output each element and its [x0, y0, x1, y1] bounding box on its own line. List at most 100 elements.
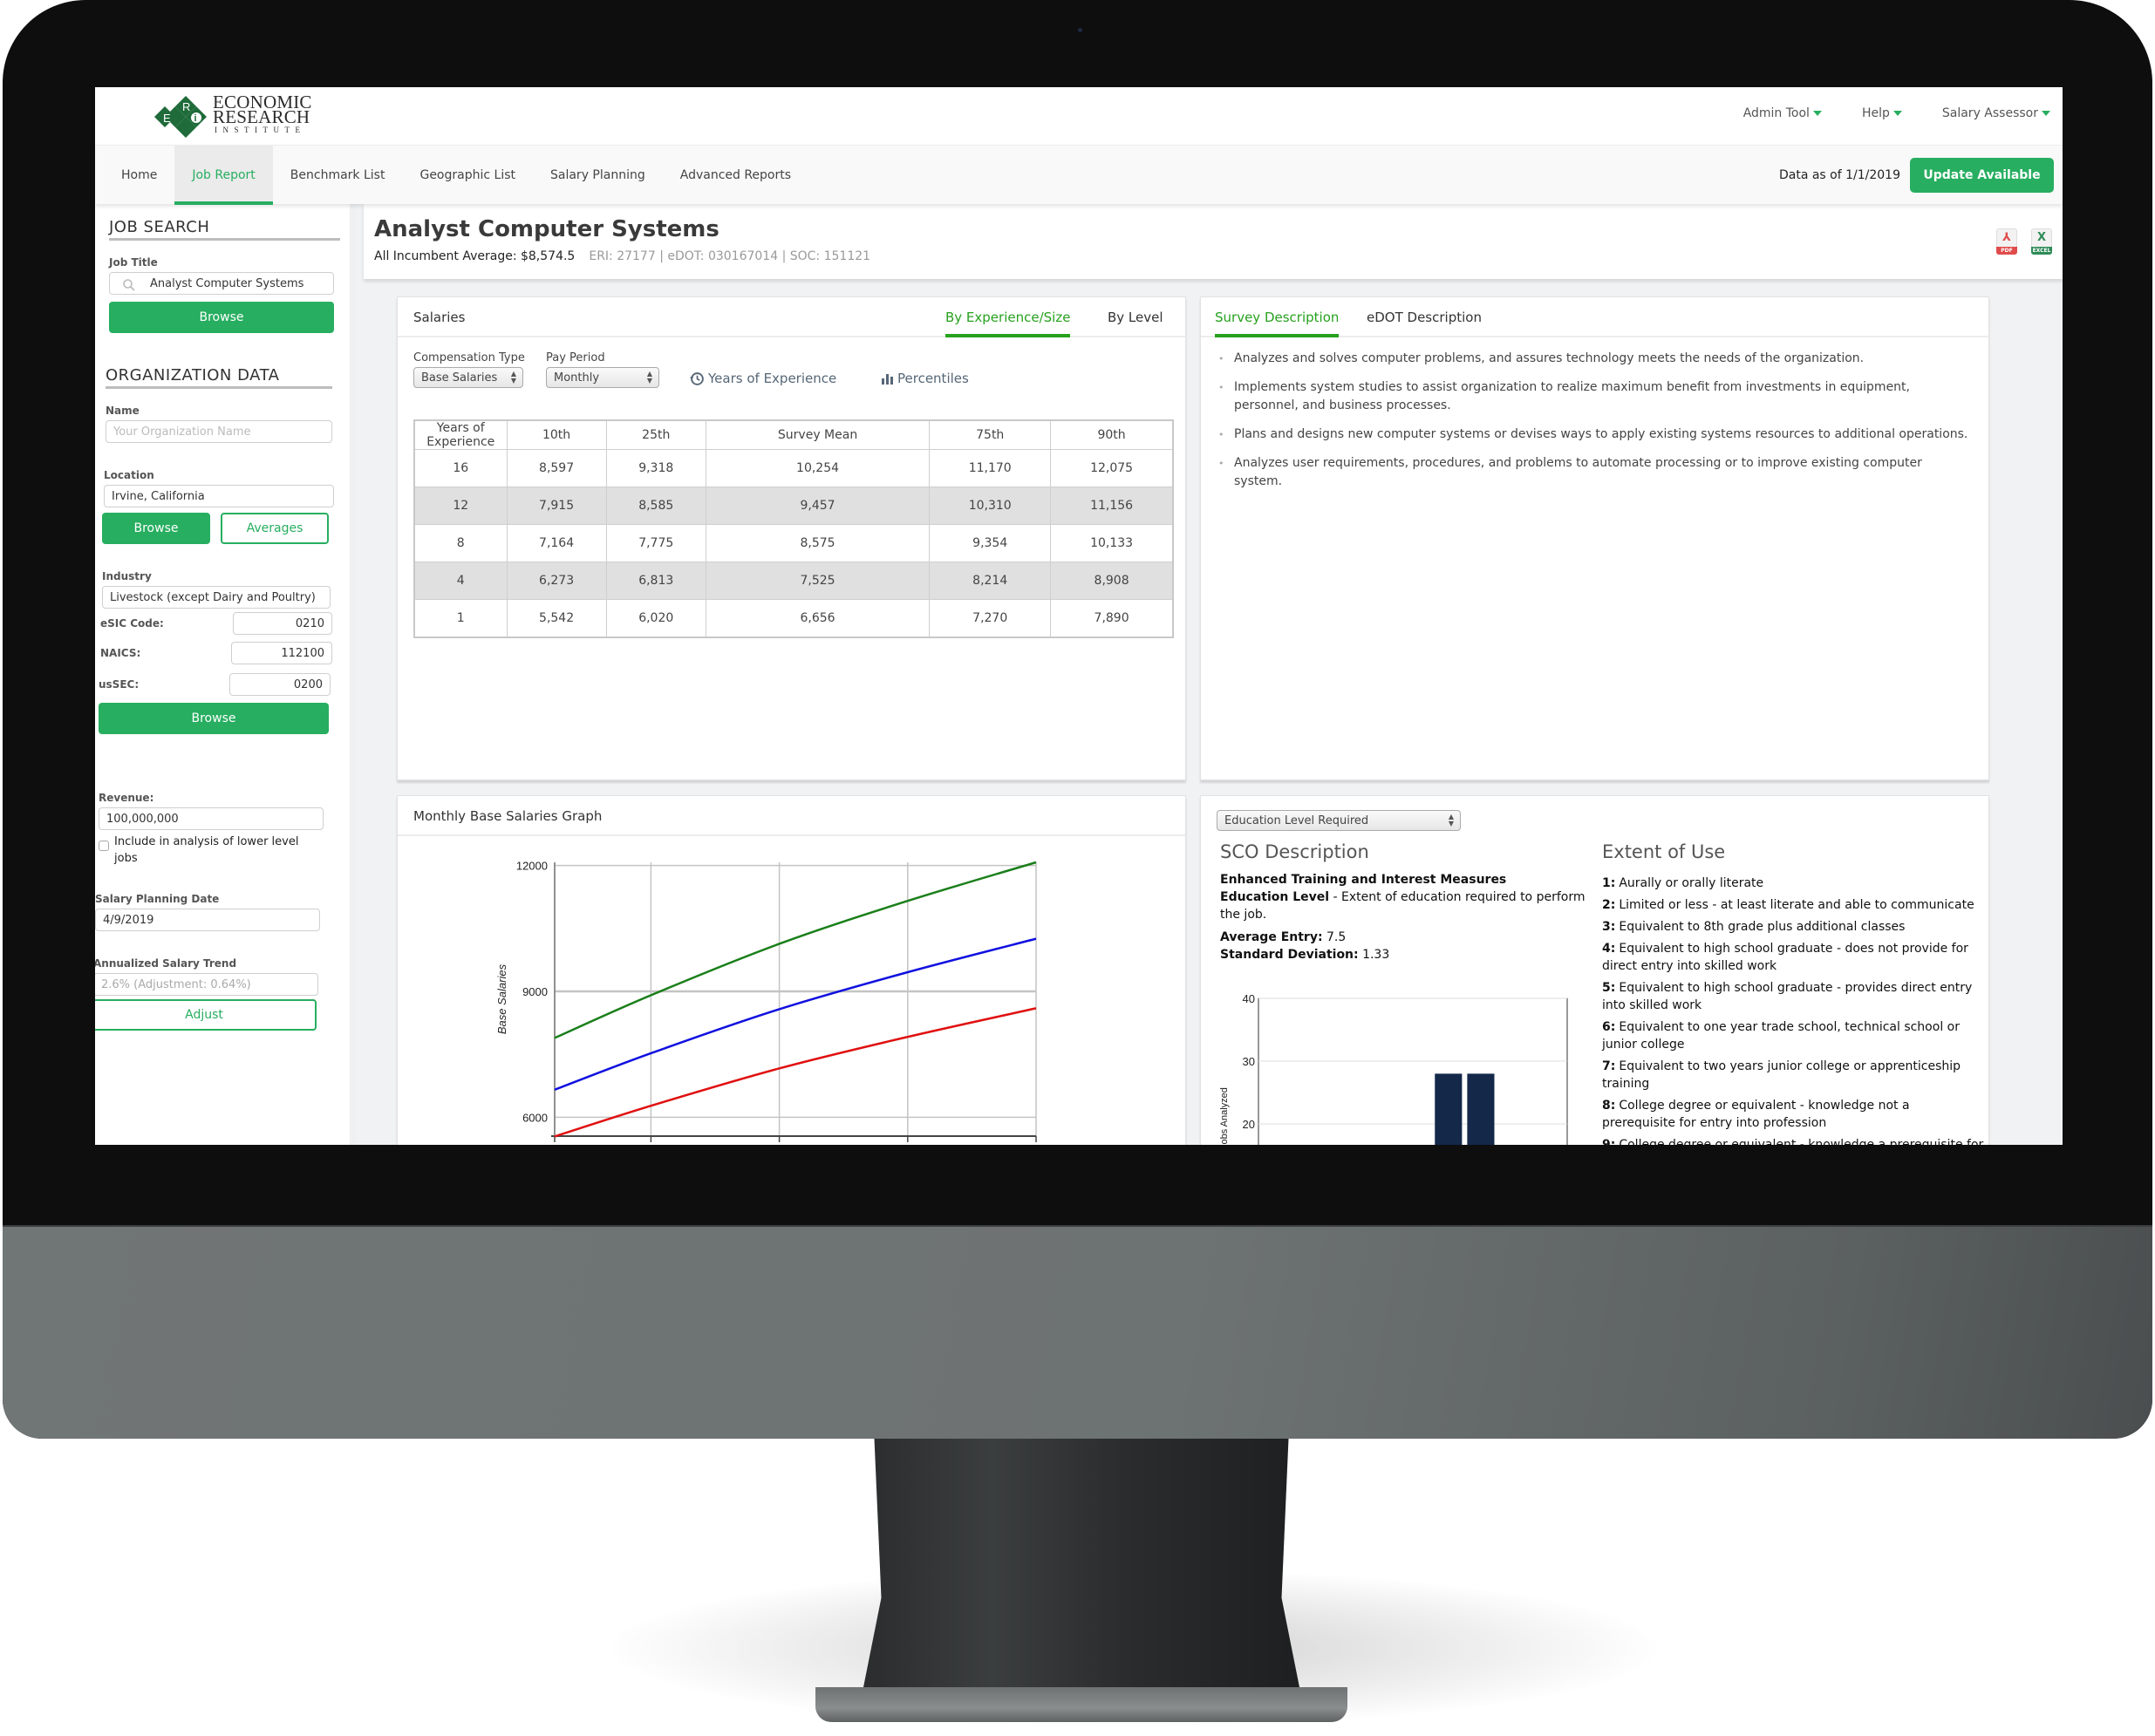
- logo-wordmark: ECONOMIC RESEARCH INSTITUTE: [213, 93, 312, 136]
- column-header: Survey Mean: [705, 419, 931, 450]
- extent-number: 5:: [1602, 981, 1616, 995]
- table-cell: 10,133: [1050, 524, 1174, 562]
- sco-measure-name: Education Level: [1220, 890, 1330, 904]
- table-cell: 11,170: [929, 449, 1052, 487]
- excel-export-button[interactable]: X EXCEL: [2031, 228, 2052, 255]
- table-cell: 7,890: [1050, 599, 1174, 637]
- extent-text: Equivalent to high school graduate - pro…: [1602, 981, 1973, 1012]
- naics-input[interactable]: 112100: [231, 642, 332, 664]
- sco-measure-select[interactable]: Education Level Required ▲ ▼: [1217, 810, 1461, 831]
- org-name-input[interactable]: Your Organization Name: [106, 420, 332, 443]
- extent-number: 7:: [1602, 1059, 1616, 1073]
- table-row: 1 5,542 6,020 6,656 7,270 7,890: [413, 599, 1174, 637]
- extent-number: 6:: [1602, 1020, 1616, 1034]
- table-cell: 4: [413, 562, 508, 600]
- revenue-label: Revenue:: [99, 792, 154, 804]
- education-bar-chart: 10203040% Jobs Analyzed: [1219, 992, 1568, 1145]
- esic-label: eSIC Code:: [100, 617, 164, 630]
- tab-by-level[interactable]: By Level: [1108, 310, 1163, 334]
- list-item: 8: College degree or equivalent - knowled…: [1602, 1097, 1986, 1132]
- trend-input[interactable]: 2.6% (Adjustment: 0.64%): [95, 973, 318, 996]
- industry-label: Industry: [102, 570, 152, 582]
- job-title: Analyst Computer Systems: [374, 216, 719, 242]
- tab-survey-description[interactable]: Survey Description: [1215, 310, 1340, 337]
- salaries-panel: Salaries By Experience/Size By Level Com…: [397, 296, 1186, 780]
- tab-edot-description[interactable]: eDOT Description: [1367, 310, 1482, 334]
- percentiles-link[interactable]: Percentiles: [882, 371, 969, 386]
- pay-period-select[interactable]: Monthly ▲ ▼: [546, 367, 659, 388]
- nav-home[interactable]: Home: [104, 146, 174, 205]
- job-browse-button[interactable]: Browse: [109, 302, 334, 333]
- nav-advanced-reports[interactable]: Advanced Reports: [663, 146, 808, 205]
- planning-date-label: Salary Planning Date: [95, 893, 220, 905]
- table-cell: 6,813: [605, 562, 706, 600]
- esic-input[interactable]: 0210: [233, 612, 332, 635]
- extent-of-use-list: 1: Aurally or orally literate 2: Limited or…: [1602, 875, 1986, 1145]
- pay-period-label: Pay Period: [546, 351, 605, 364]
- job-title-input[interactable]: Analyst Computer Systems: [109, 272, 334, 295]
- extent-text: Limited or less - at least literate and …: [1619, 898, 1974, 912]
- survey-description-list: Analyzes and solves computer problems, a…: [1217, 350, 1973, 501]
- pdf-export-button[interactable]: ⅄ PDF: [1996, 228, 2017, 255]
- std-dev-value: 1.33: [1362, 948, 1390, 962]
- table-cell: 6,273: [506, 562, 607, 600]
- nav-job-report[interactable]: Job Report: [174, 146, 273, 205]
- nav-benchmark-list[interactable]: Benchmark List: [273, 146, 403, 205]
- location-input[interactable]: Irvine, California: [104, 485, 334, 507]
- table-cell: 1: [413, 599, 508, 637]
- ussec-label: usSEC:: [99, 678, 140, 691]
- table-row: 16 8,597 9,318 10,254 11,170 12,075: [413, 449, 1174, 487]
- nav-salary-planning[interactable]: Salary Planning: [533, 146, 663, 205]
- table-cell: 12,075: [1050, 449, 1174, 487]
- extent-number: 4:: [1602, 942, 1616, 956]
- menu-salary-assessor[interactable]: Salary Assessor: [1942, 106, 2050, 120]
- pdf-tag: PDF: [1996, 247, 2017, 255]
- industry-input[interactable]: Livestock (except Dairy and Poultry): [102, 586, 331, 609]
- history-icon: [690, 371, 704, 385]
- y-tick-label: 12000: [516, 860, 548, 873]
- nav-geographic-list[interactable]: Geographic List: [402, 146, 533, 205]
- menu-help[interactable]: Help: [1862, 106, 1902, 120]
- top-menu: Admin Tool Help Salary Assessor: [1743, 106, 2050, 120]
- table-cell: 11,156: [1050, 487, 1174, 525]
- salary-graph-title: Monthly Base Salaries Graph: [413, 808, 603, 824]
- bar-chart-icon: [882, 374, 893, 385]
- table-cell: 7,775: [605, 524, 706, 562]
- extent-text: College degree or equivalent - knowledge…: [1619, 1138, 1984, 1145]
- y-tick-label: 20: [1243, 1118, 1255, 1131]
- industry-browse-button[interactable]: Browse: [99, 703, 329, 734]
- extent-text: Equivalent to 8th grade plus additional …: [1619, 920, 1906, 934]
- menu-admin-tool[interactable]: Admin Tool: [1743, 106, 1822, 120]
- years-of-experience-link[interactable]: Years of Experience: [690, 371, 836, 386]
- org-name-label: Name: [106, 405, 140, 417]
- series-line-survey-mean: [554, 937, 1037, 1091]
- include-lower-label: Include in analysis of lower level jobs: [114, 835, 299, 865]
- table-cell: 8: [413, 524, 508, 562]
- table-cell: 7,270: [929, 599, 1052, 637]
- table-cell: 5,542: [506, 599, 607, 637]
- location-browse-button[interactable]: Browse: [102, 513, 210, 544]
- pay-period-value: Monthly: [554, 371, 600, 385]
- tab-by-experience[interactable]: By Experience/Size: [945, 310, 1071, 337]
- search-icon: [123, 279, 135, 291]
- revenue-input[interactable]: 100,000,000: [99, 807, 324, 830]
- planning-date-input[interactable]: 4/9/2019: [95, 909, 320, 931]
- table-row: 8 7,164 7,775 8,575 9,354 10,133: [413, 524, 1174, 562]
- compensation-type-select[interactable]: Base Salaries ▲ ▼: [413, 367, 523, 388]
- adjust-button[interactable]: Adjust: [95, 999, 317, 1031]
- sco-stats: Average Entry: 7.5 Standard Deviation: 1…: [1220, 929, 1389, 963]
- salary-graph-panel: Monthly Base Salaries Graph 1 4 8 12 16 6000 9…: [397, 795, 1186, 1145]
- extent-number: 8:: [1602, 1099, 1616, 1113]
- monitor-bezel: E R i ECONOMIC RESEARCH INSTITUTE Admin …: [3, 0, 2152, 1439]
- table-cell: 9,354: [929, 524, 1052, 562]
- job-ids: ERI: 27177 | eDOT: 030167014 | SOC: 1511…: [589, 249, 871, 263]
- y-tick-label: 6000: [522, 1111, 548, 1124]
- menu-help-label: Help: [1861, 106, 1890, 120]
- update-available-button[interactable]: Update Available: [1910, 158, 2054, 193]
- ussec-input[interactable]: 0200: [229, 673, 331, 696]
- averages-button[interactable]: Averages: [221, 513, 329, 544]
- eri-logo[interactable]: E R i ECONOMIC RESEARCH INSTITUTE: [149, 93, 324, 140]
- include-lower-checkbox[interactable]: [99, 841, 109, 851]
- salaries-panel-header: Salaries By Experience/Size By Level: [398, 297, 1185, 337]
- table-row: 12 7,915 8,585 9,457 10,310 11,156: [413, 487, 1174, 525]
